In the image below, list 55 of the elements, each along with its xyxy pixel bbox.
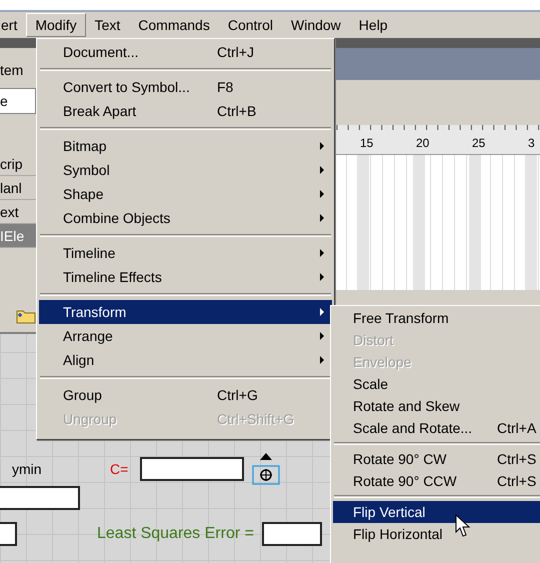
menu-item[interactable]: Timeline Effects [39,265,332,289]
menu-bar-item[interactable]: Text [86,13,130,37]
menu-item[interactable]: Document... Ctrl+J [39,40,332,64]
panel-header: tem [0,62,24,78]
c-label: C= [110,461,130,477]
menu-item[interactable]: Align [39,348,332,372]
menu-bar-item[interactable]: Modify [26,13,86,37]
menu-item[interactable]: Rotate 90° CW Ctrl+S [333,448,540,470]
cursor-icon [455,514,471,538]
menu-item[interactable]: Combine Objects [39,206,332,230]
menu-bar-item[interactable]: Control [218,13,282,37]
submenu-arrow-icon [320,214,324,222]
menu-item[interactable]: Scale and Rotate... Ctrl+A [333,417,540,439]
menu-bar-item[interactable]: Window [282,13,350,37]
layer-row[interactable]: IEle [0,224,36,248]
frame-number: 3 [528,136,535,152]
menu-item[interactable]: Shape [39,182,332,206]
error-input-field[interactable] [262,522,322,546]
submenu-arrow-icon [320,308,324,316]
frame-number: 25 [472,136,486,152]
submenu-arrow-icon [320,332,324,340]
menu-item[interactable]: Convert to Symbol... F8 [39,75,332,99]
input-field[interactable] [0,486,80,510]
frame-number: 15 [360,136,374,152]
menu-bar-item[interactable]: Commands [129,13,219,37]
submenu-arrow-icon [320,190,324,198]
menu-item[interactable]: Timeline [39,241,332,265]
error-label: Least Squares Error = [97,525,254,543]
ymin-label: ymin [12,461,43,477]
menu-item[interactable]: Break Apart Ctrl+B [39,99,332,123]
menu-item[interactable]: Symbol [39,158,332,182]
input-field[interactable] [0,522,17,546]
folder-icon[interactable] [16,308,36,324]
menu-item[interactable]: Transform [39,300,332,324]
menu-item[interactable]: Bitmap [39,134,332,158]
registration-handle-icon[interactable] [250,452,282,486]
submenu-arrow-icon [320,142,324,150]
menu-item[interactable]: Flip Vertical [333,501,540,523]
submenu-arrow-icon [320,273,324,281]
menu-item[interactable]: Rotate and Skew [333,395,540,417]
submenu-arrow-icon [320,249,324,257]
panel-title-bar [0,38,36,48]
c-input-field[interactable] [140,457,244,481]
menu-item[interactable]: Flip Horizontal [333,523,540,545]
menu-bar-item[interactable]: Help [350,13,397,37]
input-field[interactable]: e [0,88,36,114]
menu-item[interactable]: Group Ctrl+G [39,383,332,407]
menu-bar-item[interactable]: ert [0,13,26,37]
menu-item[interactable]: Scale [333,373,540,395]
menu-item[interactable]: Arrange [39,324,332,348]
submenu-arrow-icon [320,166,324,174]
submenu-arrow-icon [320,356,324,364]
menu-item[interactable]: Rotate 90° CCW Ctrl+S [333,470,540,492]
frame-number: 20 [416,136,430,152]
menu-item[interactable]: Free Transform [333,307,540,329]
